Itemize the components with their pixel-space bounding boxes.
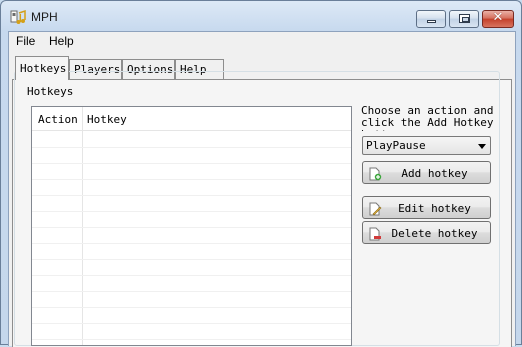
media-player-icon[interactable] bbox=[10, 9, 26, 25]
list-row-line bbox=[32, 291, 351, 292]
add-hotkey-label: Add hotkey bbox=[401, 167, 468, 180]
list-row-line bbox=[32, 243, 351, 244]
hotkey-list[interactable]: Action Hotkey bbox=[31, 106, 352, 346]
list-row-line bbox=[32, 339, 351, 340]
column-hotkey[interactable]: Hotkey bbox=[87, 113, 127, 126]
list-row-line bbox=[32, 195, 351, 196]
edit-hotkey-button[interactable]: Edit hotkey bbox=[362, 196, 491, 219]
action-select-value: PlayPause bbox=[366, 139, 426, 152]
list-row-line bbox=[32, 179, 351, 180]
action-select[interactable]: PlayPause bbox=[362, 136, 491, 155]
minimize-icon bbox=[427, 20, 436, 23]
list-row-line bbox=[32, 275, 351, 276]
delete-hotkey-button[interactable]: Delete hotkey bbox=[362, 221, 491, 244]
list-row-line bbox=[32, 259, 351, 260]
maximize-icon bbox=[459, 14, 470, 23]
add-document-icon bbox=[368, 166, 382, 181]
edit-hotkey-label: Edit hotkey bbox=[398, 202, 471, 215]
list-row-line bbox=[32, 147, 351, 148]
list-row-line bbox=[32, 323, 351, 324]
maximize-button[interactable] bbox=[449, 10, 479, 28]
minimize-button[interactable] bbox=[416, 10, 446, 28]
tab-hotkeys[interactable]: Hotkeys bbox=[15, 56, 69, 80]
close-icon: ✕ bbox=[492, 10, 504, 25]
chevron-down-icon bbox=[478, 144, 486, 149]
list-row-line bbox=[32, 163, 351, 164]
instruction-text: Choose an action and click the Add Hotke… bbox=[361, 105, 494, 131]
close-button[interactable]: ✕ bbox=[482, 10, 514, 28]
title-bar[interactable]: MPH ✕ bbox=[1, 1, 521, 31]
list-header: Action Hotkey bbox=[32, 107, 351, 131]
window-title: MPH bbox=[31, 10, 58, 24]
list-row-line bbox=[32, 227, 351, 228]
column-action[interactable]: Action bbox=[38, 113, 78, 126]
hotkeys-content: Action Hotkey Choose an action and click… bbox=[0, 28, 522, 346]
delete-document-icon bbox=[368, 226, 382, 241]
delete-hotkey-label: Delete hotkey bbox=[391, 227, 478, 240]
list-row-line bbox=[32, 307, 351, 308]
edit-document-icon bbox=[368, 201, 382, 216]
add-hotkey-button[interactable]: Add hotkey bbox=[362, 161, 491, 184]
list-row-line bbox=[32, 211, 351, 212]
